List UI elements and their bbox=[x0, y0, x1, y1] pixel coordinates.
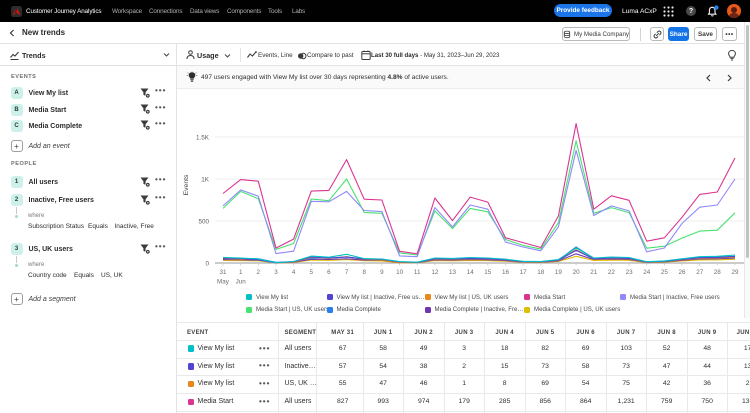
svg-text:15: 15 bbox=[484, 269, 492, 276]
svg-text:9: 9 bbox=[380, 269, 384, 276]
svg-text:18: 18 bbox=[537, 269, 545, 276]
svg-text:16: 16 bbox=[502, 269, 510, 276]
svg-text:5: 5 bbox=[310, 269, 314, 276]
svg-text:25: 25 bbox=[661, 269, 669, 276]
svg-text:24: 24 bbox=[643, 269, 651, 276]
svg-text:13: 13 bbox=[449, 269, 457, 276]
svg-text:22: 22 bbox=[608, 269, 616, 276]
svg-text:26: 26 bbox=[678, 269, 686, 276]
svg-text:1K: 1K bbox=[201, 177, 210, 184]
svg-text:1.5K: 1.5K bbox=[196, 135, 210, 142]
svg-text:500: 500 bbox=[198, 219, 209, 226]
svg-text:7: 7 bbox=[345, 269, 349, 276]
svg-text:21: 21 bbox=[590, 269, 598, 276]
svg-text:3: 3 bbox=[274, 269, 278, 276]
svg-text:29: 29 bbox=[731, 269, 739, 276]
svg-text:17: 17 bbox=[520, 269, 528, 276]
svg-text:20: 20 bbox=[573, 269, 581, 276]
svg-text:1: 1 bbox=[239, 269, 243, 276]
svg-text:May: May bbox=[217, 279, 230, 286]
svg-text:27: 27 bbox=[696, 269, 704, 276]
svg-text:Events: Events bbox=[183, 174, 190, 195]
svg-text:10: 10 bbox=[396, 269, 404, 276]
svg-text:28: 28 bbox=[714, 269, 722, 276]
svg-text:14: 14 bbox=[467, 269, 475, 276]
svg-text:2: 2 bbox=[257, 269, 261, 276]
svg-text:19: 19 bbox=[555, 269, 563, 276]
svg-text:Jun: Jun bbox=[236, 279, 247, 286]
svg-text:6: 6 bbox=[327, 269, 331, 276]
svg-text:8: 8 bbox=[362, 269, 366, 276]
svg-text:0: 0 bbox=[205, 261, 209, 268]
svg-text:31: 31 bbox=[219, 269, 227, 276]
svg-text:12: 12 bbox=[431, 269, 439, 276]
svg-text:23: 23 bbox=[626, 269, 634, 276]
svg-text:4: 4 bbox=[292, 269, 296, 276]
svg-text:11: 11 bbox=[414, 269, 421, 276]
